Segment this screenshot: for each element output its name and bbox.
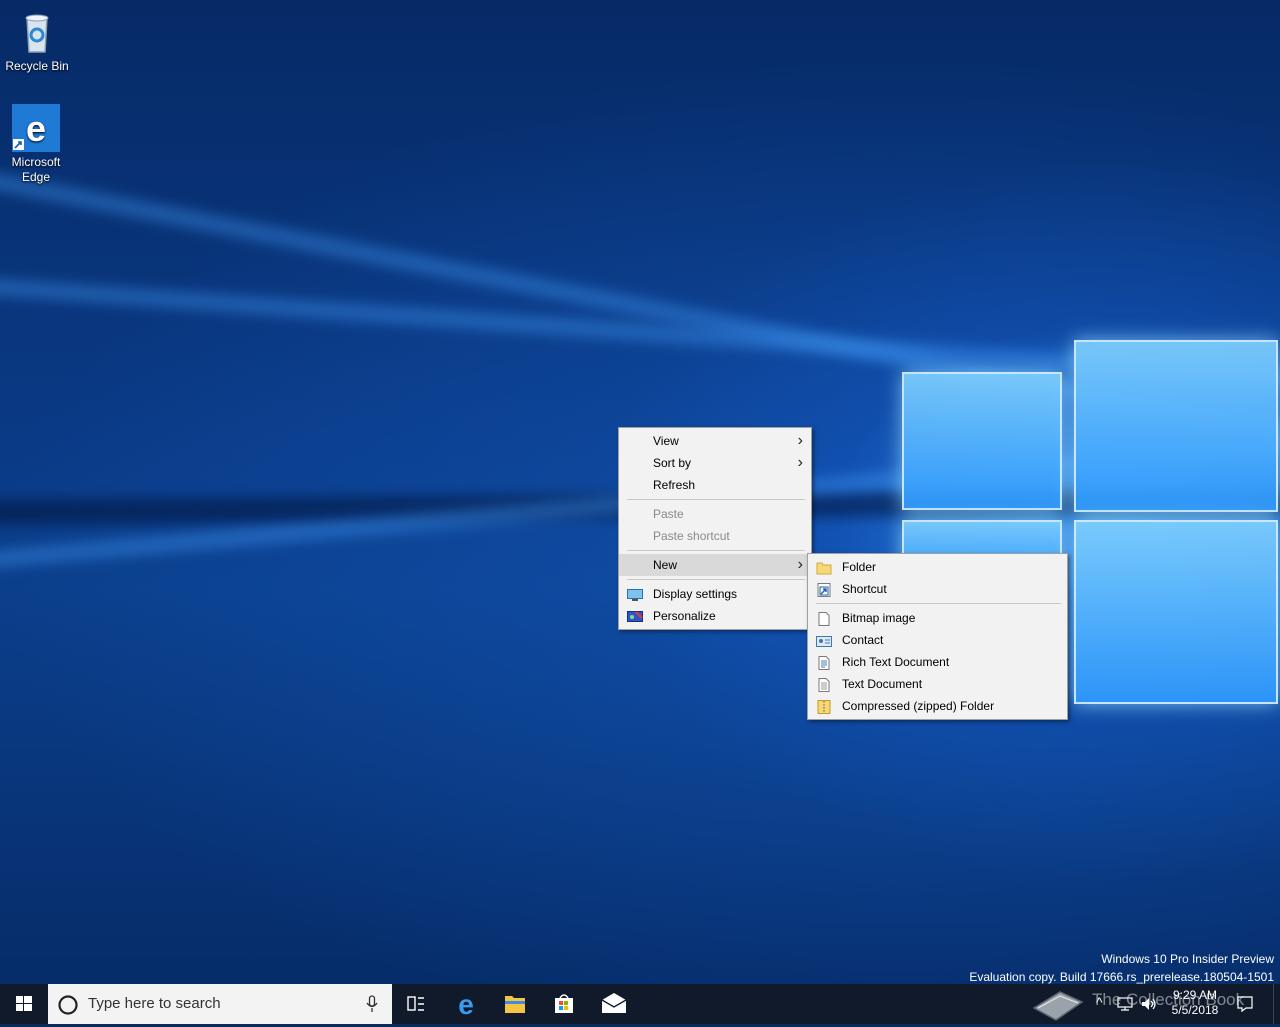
desktop-icon-label: Recycle Bin (5, 59, 69, 73)
search-box[interactable]: Type here to search (48, 984, 392, 1024)
clock-time: 9:29 AM (1172, 988, 1218, 1002)
bitmap-file-icon (816, 611, 832, 626)
search-placeholder: Type here to search (88, 995, 221, 1012)
taskbar-store-button[interactable] (540, 984, 588, 1024)
recycle-bin-icon (13, 8, 61, 56)
menu-item-display-settings[interactable]: Display settings (619, 583, 811, 605)
chevron-right-icon: › (797, 454, 803, 471)
menu-item-refresh[interactable]: Refresh (619, 474, 811, 496)
edge-icon: e (12, 104, 60, 152)
menu-item-label: Compressed (zipped) Folder (842, 699, 995, 713)
submenu-item-text-document[interactable]: Text Document (808, 673, 1067, 695)
task-view-icon (407, 996, 424, 1011)
menu-item-label: Paste (653, 507, 684, 521)
book-watermark-icon (1032, 991, 1084, 1021)
submenu-item-contact[interactable]: Contact (808, 629, 1067, 651)
clock-date: 5/5/2018 (1171, 1003, 1219, 1017)
edge-icon: e (458, 989, 474, 1020)
chevron-right-icon: › (797, 432, 803, 449)
submenu-item-folder[interactable]: Folder (808, 556, 1067, 578)
taskbar-file-explorer-button[interactable] (491, 984, 539, 1024)
mail-icon (601, 993, 627, 1013)
menu-item-new[interactable]: New › (619, 554, 811, 576)
shortcut-icon (816, 582, 832, 597)
desktop-icon-label: Microsoft Edge (11, 155, 61, 184)
microphone-icon[interactable] (366, 995, 378, 1013)
action-center-icon[interactable] (1236, 995, 1254, 1013)
zip-folder-icon (816, 699, 832, 714)
new-submenu: Folder Shortcut Bitmap image Contact Ric… (807, 553, 1068, 720)
menu-item-label: New (653, 558, 678, 572)
system-tray: ^ The Collection Book 9:29 AM 5/5/2018 (1030, 984, 1280, 1024)
menu-item-label: Rich Text Document (842, 655, 950, 669)
clock[interactable]: 9:29 AM 5/5/2018 (1162, 988, 1228, 1018)
display-settings-icon (627, 587, 643, 601)
menu-item-personalize[interactable]: Personalize (619, 605, 811, 627)
menu-separator (627, 550, 805, 551)
menu-item-label: Paste shortcut (653, 529, 730, 543)
task-view-button[interactable] (392, 984, 440, 1024)
desktop-icon-recycle-bin[interactable]: Recycle Bin (2, 8, 72, 74)
menu-item-label: Folder (842, 560, 877, 574)
menu-item-paste-shortcut[interactable]: Paste shortcut (619, 525, 811, 547)
chevron-right-icon: › (797, 556, 803, 573)
submenu-item-bitmap-image[interactable]: Bitmap image (808, 607, 1067, 629)
logo-pane (1074, 340, 1278, 512)
file-explorer-icon (505, 996, 525, 1013)
watermark-line-2: Evaluation copy. Build 17666.rs_prerelea… (969, 970, 1274, 984)
start-button[interactable] (0, 984, 48, 1024)
menu-item-paste[interactable]: Paste (619, 503, 811, 525)
menu-item-label: Sort by (653, 456, 692, 470)
personalize-icon (627, 609, 643, 623)
build-watermark: Windows 10 Pro Insider Preview Evaluatio… (969, 950, 1274, 984)
menu-item-label: Display settings (653, 587, 738, 601)
submenu-item-compressed-folder[interactable]: Compressed (zipped) Folder (808, 695, 1067, 717)
show-desktop-button[interactable] (1273, 984, 1280, 1024)
menu-item-label: Personalize (653, 609, 716, 623)
menu-item-label: Refresh (653, 478, 696, 492)
svg-text:e: e (26, 108, 46, 149)
text-file-icon (816, 677, 832, 692)
logo-pane (902, 372, 1062, 510)
desktop-icon-edge[interactable]: e Microsoft Edge (1, 104, 71, 185)
contact-icon (816, 633, 832, 647)
menu-item-label: Text Document (842, 677, 923, 691)
menu-separator (627, 579, 805, 580)
submenu-item-rich-text-document[interactable]: Rich Text Document (808, 651, 1067, 673)
watermark-line-1: Windows 10 Pro Insider Preview (1101, 952, 1274, 966)
rich-text-file-icon (816, 655, 832, 670)
logo-pane (1074, 520, 1278, 704)
desktop-background[interactable]: Recycle Bin e Microsoft Edge View › Sort … (0, 0, 1280, 984)
menu-separator (627, 499, 805, 500)
menu-item-label: Shortcut (842, 582, 887, 596)
folder-icon (816, 560, 832, 575)
menu-item-label: View (653, 434, 679, 448)
taskbar-mail-button[interactable] (590, 984, 638, 1024)
menu-separator (816, 603, 1061, 604)
menu-item-sort-by[interactable]: Sort by › (619, 452, 811, 474)
menu-item-view[interactable]: View › (619, 430, 811, 452)
cortana-circle-icon (58, 995, 78, 1015)
taskbar-edge-button[interactable]: e (442, 984, 490, 1024)
menu-item-label: Contact (842, 633, 884, 647)
store-icon (555, 994, 573, 1013)
taskbar: Type here to search e ^ The Collection B… (0, 984, 1280, 1024)
windows-logo-icon (16, 996, 32, 1011)
desktop-context-menu: View › Sort by › Refresh Paste Paste short… (618, 427, 812, 630)
svg-text:e: e (458, 989, 474, 1020)
menu-item-label: Bitmap image (842, 611, 916, 625)
submenu-item-shortcut[interactable]: Shortcut (808, 578, 1067, 600)
